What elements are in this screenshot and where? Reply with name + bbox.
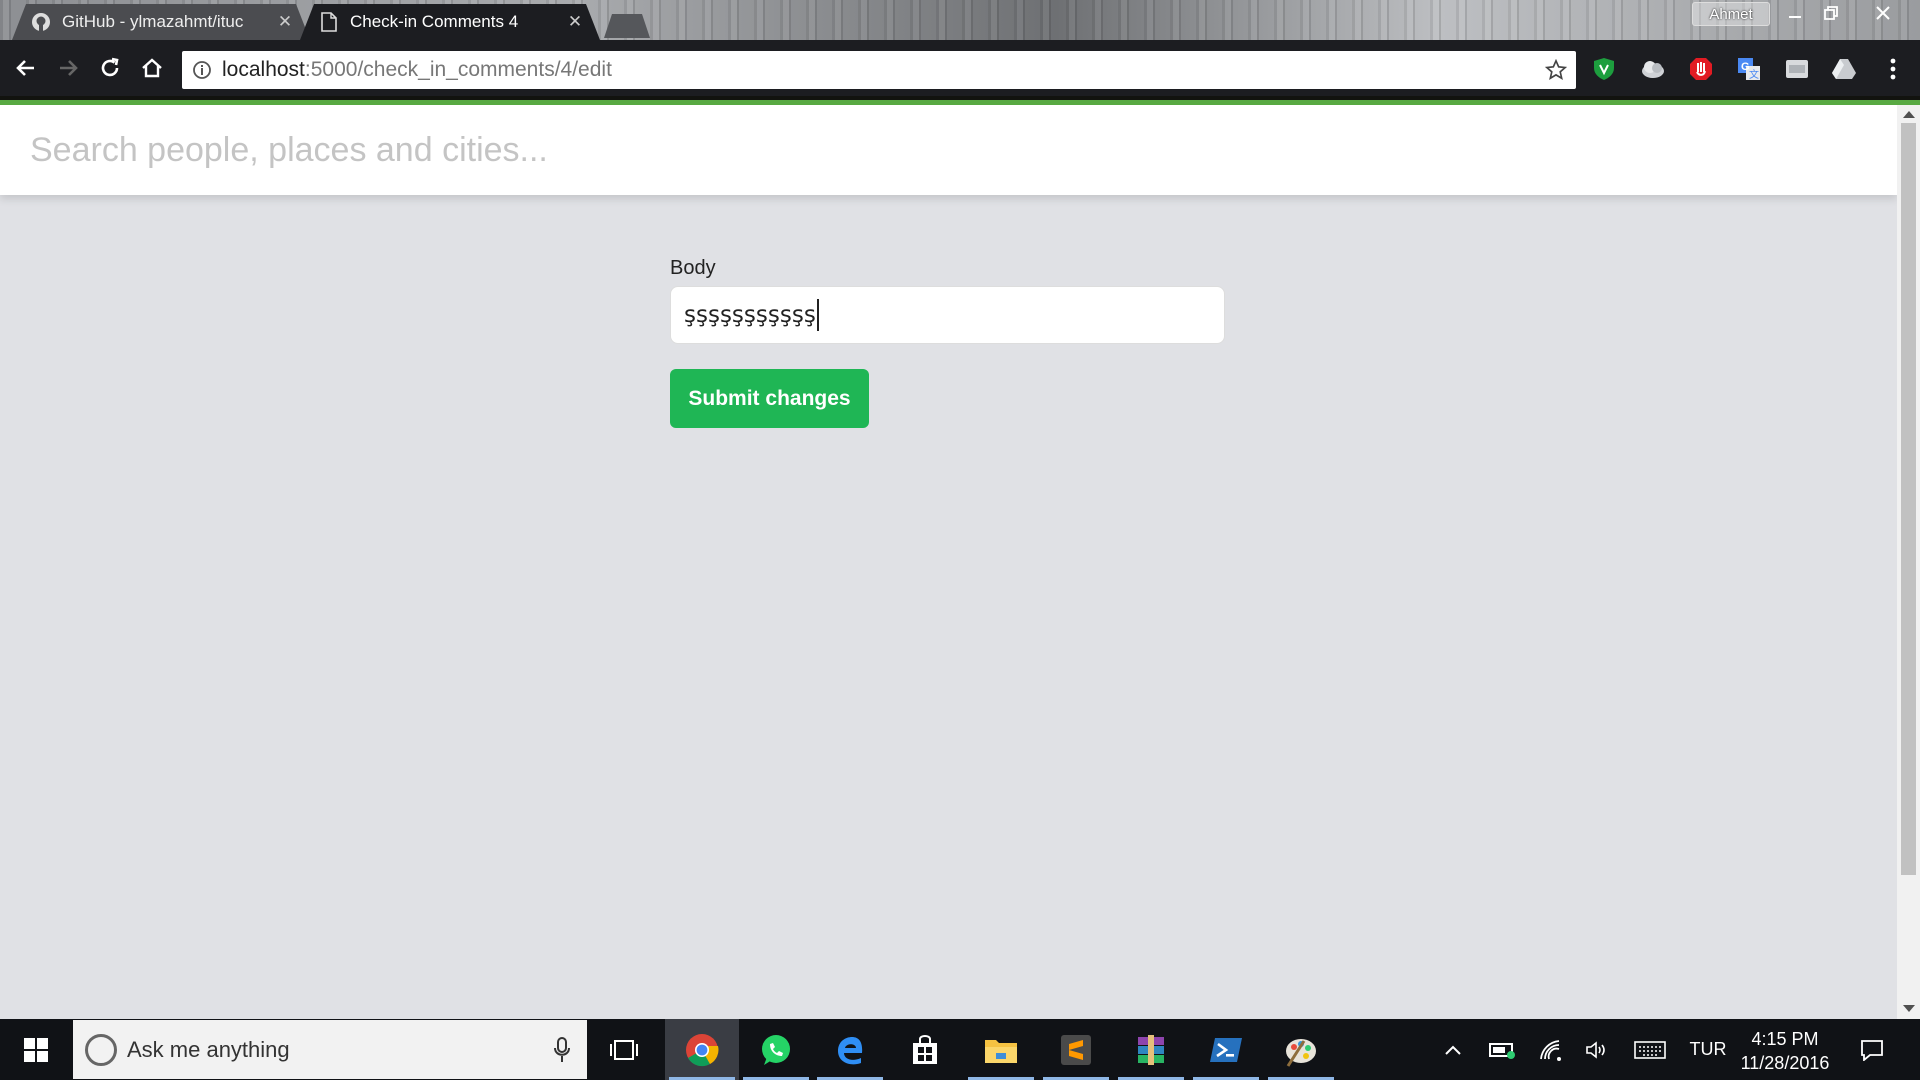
page-content: Body şşşşşşşşşşş Submit changes	[0, 105, 1897, 1019]
microphone-icon[interactable]	[537, 1036, 587, 1063]
address-bar[interactable]: localhost :5000/check_in_comments/4/edit	[182, 51, 1576, 89]
whatsapp-icon[interactable]	[739, 1019, 813, 1080]
edge-icon[interactable]	[813, 1019, 887, 1080]
tab-check-in-comments[interactable]: Check-in Comments 4 ✕	[300, 4, 600, 40]
url-host: localhost	[222, 58, 305, 81]
battery-icon[interactable]	[1486, 1019, 1520, 1080]
tab-close-icon[interactable]: ✕	[566, 12, 584, 32]
back-icon[interactable]	[8, 50, 44, 86]
tab-github[interactable]: GitHub - ylmazahmt/ituc ✕	[12, 4, 310, 40]
reload-icon[interactable]	[92, 50, 128, 86]
windows-taskbar: Ask me anything TUR 4:15 PM 11/28/2016	[0, 1019, 1920, 1080]
profile-button[interactable]: Ahmet	[1692, 2, 1770, 26]
document-icon	[318, 11, 340, 33]
search-bar	[0, 105, 1897, 195]
shield-extension-icon[interactable]	[1591, 56, 1617, 82]
restore-icon[interactable]	[1808, 0, 1854, 26]
tab-title: GitHub - ylmazahmt/ituc	[62, 12, 244, 31]
body-field[interactable]: şşşşşşşşşşş	[670, 286, 1225, 344]
action-center-icon[interactable]	[1852, 1019, 1892, 1080]
volume-icon[interactable]	[1582, 1019, 1612, 1080]
url-path: :5000/check_in_comments/4/edit	[304, 58, 612, 81]
windows-logo-icon	[24, 1037, 48, 1062]
chrome-icon[interactable]	[665, 1019, 739, 1080]
tab-close-icon[interactable]: ✕	[276, 12, 294, 32]
submit-changes-button[interactable]: Submit changes	[670, 369, 869, 428]
touch-keyboard-icon[interactable]	[1630, 1019, 1670, 1080]
google-drive-icon[interactable]	[1831, 56, 1857, 82]
input-language-indicator[interactable]: TUR	[1686, 1019, 1730, 1080]
keyboard-extension-icon[interactable]	[1784, 56, 1810, 82]
browser-toolbar: localhost :5000/check_in_comments/4/edit…	[0, 40, 1920, 100]
home-icon[interactable]	[134, 50, 170, 86]
github-icon	[30, 11, 52, 33]
search-input[interactable]	[30, 125, 1830, 175]
cortana-search-box[interactable]: Ask me anything	[73, 1020, 587, 1079]
wifi-icon[interactable]	[1536, 1019, 1566, 1080]
store-icon[interactable]	[888, 1019, 962, 1080]
new-tab-button[interactable]	[604, 14, 650, 38]
sublime-text-icon[interactable]	[1039, 1019, 1113, 1080]
show-hidden-icons-chevron-icon[interactable]	[1438, 1019, 1468, 1080]
winrar-icon[interactable]	[1114, 1019, 1188, 1080]
cortana-circle-icon	[85, 1033, 117, 1066]
page-scrollbar[interactable]	[1897, 105, 1920, 1019]
scroll-down-icon[interactable]	[1903, 1005, 1915, 1012]
scroll-thumb[interactable]	[1901, 123, 1916, 875]
task-view-icon[interactable]	[587, 1019, 661, 1080]
bookmark-star-icon[interactable]	[1536, 59, 1576, 81]
google-translate-icon[interactable]: G文	[1736, 56, 1762, 82]
menu-dots-icon[interactable]	[1880, 56, 1906, 82]
start-button[interactable]	[0, 1019, 72, 1080]
scroll-up-icon[interactable]	[1903, 111, 1915, 118]
text-caret	[816, 299, 819, 331]
file-explorer-icon[interactable]	[964, 1019, 1038, 1080]
browser-tab-strip: GitHub - ylmazahmt/ituc ✕ Check-in Comme…	[0, 0, 1920, 40]
body-field-value: şşşşşşşşşşş	[684, 302, 816, 328]
site-info-icon[interactable]	[182, 60, 222, 80]
svg-text:文: 文	[1749, 68, 1759, 81]
powershell-icon[interactable]	[1189, 1019, 1263, 1080]
cortana-search-text: Ask me anything	[127, 1036, 290, 1062]
cloud-extension-icon[interactable]	[1640, 56, 1666, 82]
close-window-icon[interactable]	[1860, 0, 1906, 26]
clock-time: 4:15 PM	[1751, 1029, 1819, 1049]
tab-title: Check-in Comments 4	[350, 12, 519, 31]
body-field-label: Body	[670, 257, 716, 279]
adblock-extension-icon[interactable]	[1688, 56, 1714, 82]
forward-icon[interactable]	[50, 50, 86, 86]
system-clock[interactable]: 4:15 PM 11/28/2016	[1730, 1027, 1840, 1075]
paint-icon[interactable]	[1264, 1019, 1338, 1080]
clock-date: 11/28/2016	[1740, 1053, 1830, 1073]
